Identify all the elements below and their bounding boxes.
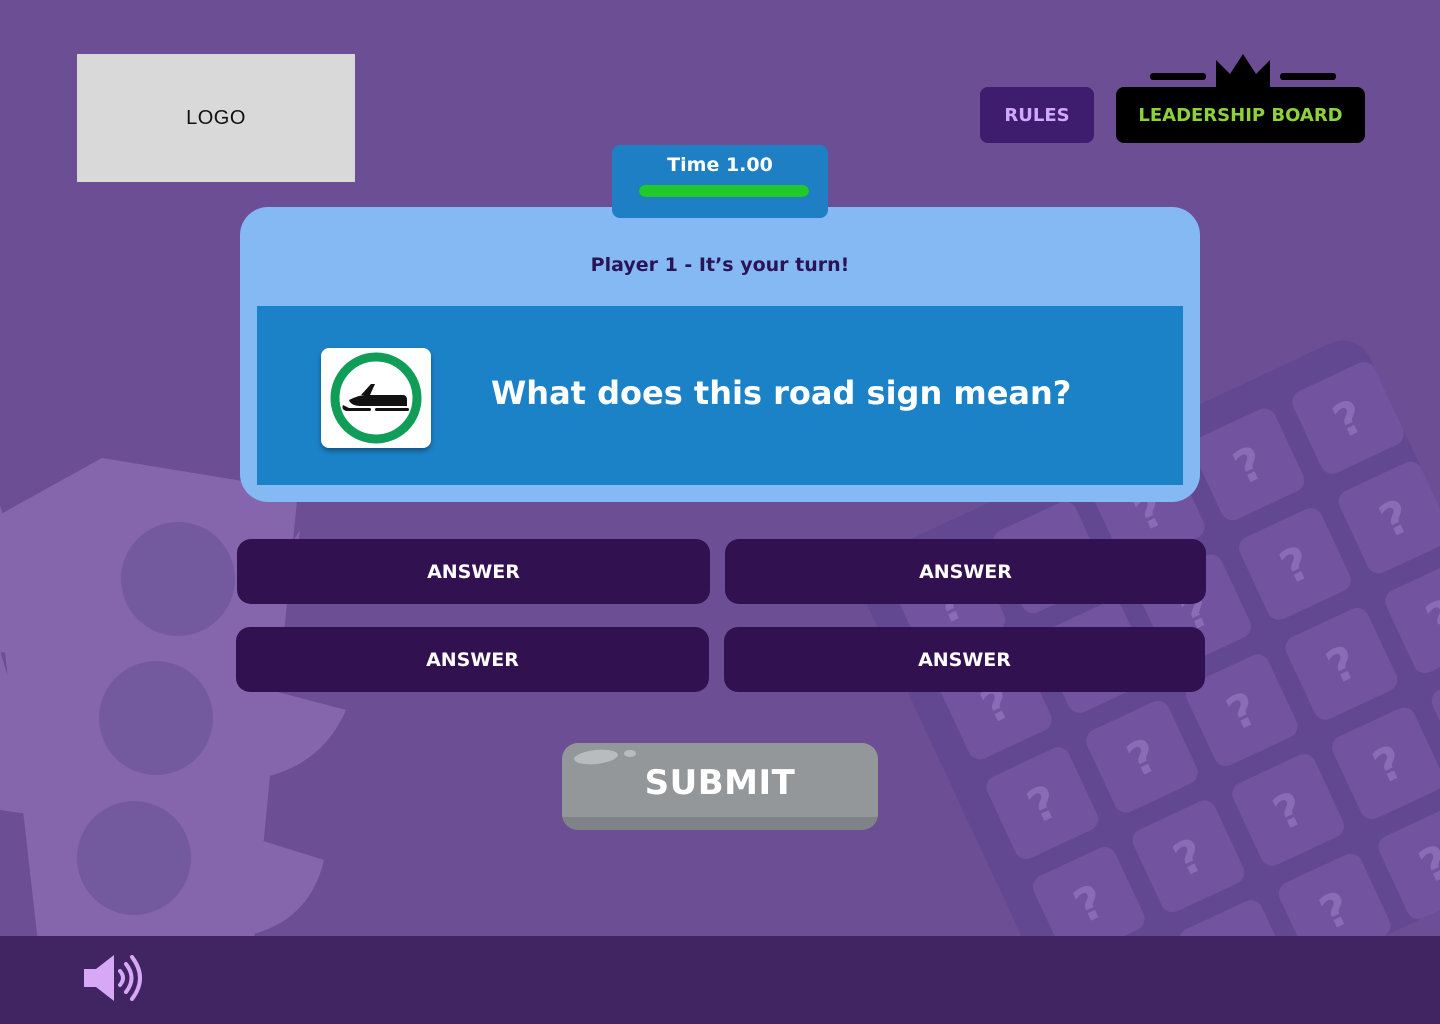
submit-button-face: SUBMIT [562,743,878,817]
answer-button-2[interactable]: ANSWER [725,539,1206,604]
svg-text:?: ? [1325,389,1372,449]
question-panel: What does this road sign mean? [257,306,1183,485]
submit-highlight-small [624,750,636,757]
svg-text:?: ? [1411,834,1440,894]
answer-button-3[interactable]: ANSWER [236,627,709,692]
svg-text:?: ? [1265,781,1312,841]
logo-text: LOGO [186,106,246,129]
answer-button-1[interactable]: ANSWER [237,539,710,604]
submit-button-label: SUBMIT [644,763,796,803]
crown-icon [1150,54,1336,90]
svg-text:?: ? [1365,734,1412,794]
answer-label: ANSWER [426,648,519,671]
svg-text:?: ? [1119,728,1166,788]
svg-text:?: ? [1219,681,1266,741]
question-card: Player 1 - It’s your turn! What does thi… [240,207,1200,502]
svg-text:?: ? [1225,435,1272,495]
submit-button[interactable]: SUBMIT [562,743,878,830]
footer-bar [0,936,1440,1024]
answer-label: ANSWER [919,560,1012,583]
leaderboard-button-label: LEADERSHIP BOARD [1138,104,1343,126]
question-text: What does this road sign mean? [491,374,1072,412]
svg-text:?: ? [1312,880,1359,936]
svg-text:?: ? [1272,535,1319,595]
svg-text:?: ? [1212,927,1259,936]
svg-text:?: ? [1318,635,1365,695]
svg-text:?: ? [1371,488,1418,548]
timer-progress-fill [639,185,809,197]
timer-panel: Time 1.00 [612,145,828,218]
answer-label: ANSWER [918,648,1011,671]
player-turn-text: Player 1 - It’s your turn! [590,254,850,276]
rules-button[interactable]: RULES [980,87,1094,143]
svg-text:?: ? [1019,774,1066,834]
leaderboard-button[interactable]: LEADERSHIP BOARD [1116,87,1365,143]
traffic-light-decoration-icon [0,458,346,936]
timer-progress-track [639,185,809,197]
answer-button-4[interactable]: ANSWER [724,627,1205,692]
snowmobile-sign-icon [330,352,422,444]
timer-label: Time 1.00 [667,154,773,176]
logo-placeholder: LOGO [77,54,355,182]
answer-label: ANSWER [427,560,520,583]
svg-text:?: ? [1418,588,1440,648]
svg-text:?: ? [1066,874,1113,934]
svg-text:?: ? [1165,827,1212,887]
road-sign-image [321,348,431,448]
rules-button-label: RULES [1004,104,1070,126]
speaker-volume-icon[interactable] [82,953,148,1003]
